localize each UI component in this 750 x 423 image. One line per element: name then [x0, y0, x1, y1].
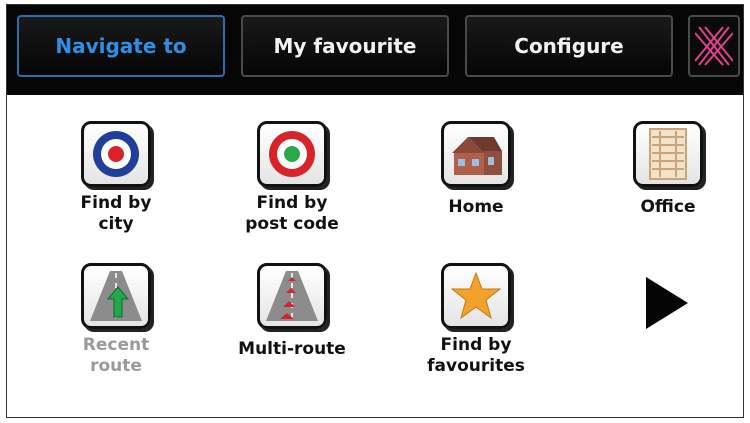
tab-label: My favourite: [273, 34, 417, 58]
tab-navigate-to[interactable]: Navigate to: [17, 15, 225, 77]
menu-item-office[interactable]: Office: [583, 121, 750, 218]
next-page-arrow-icon: [646, 277, 688, 329]
menu-item-multi-route[interactable]: Multi-route: [207, 263, 377, 360]
house-icon: [441, 121, 511, 187]
item-label: Multi-route: [238, 339, 346, 359]
app-window: Navigate to My favourite Configure Find …: [6, 4, 744, 418]
recent-route-icon: [81, 263, 151, 329]
close-button[interactable]: [688, 15, 740, 77]
menu-grid: Find by city Find by post code Home Offi…: [7, 95, 743, 417]
tab-label: Configure: [514, 34, 624, 58]
tab-label: Navigate to: [55, 34, 187, 58]
next-page-button[interactable]: [642, 275, 690, 335]
item-label: Office: [640, 197, 696, 217]
close-x-icon: [695, 26, 733, 66]
menu-item-find-by-favourites[interactable]: Find by favourites: [391, 263, 561, 377]
target-green-icon: [257, 121, 327, 187]
item-label: Recent route: [82, 335, 150, 376]
office-building-icon: [633, 121, 703, 187]
star-icon: [441, 263, 511, 329]
menu-item-home[interactable]: Home: [391, 121, 561, 218]
item-label: Home: [448, 197, 504, 217]
multi-route-icon: [257, 263, 327, 329]
item-label: Find by city: [80, 193, 152, 234]
top-tab-bar: Navigate to My favourite Configure: [7, 5, 743, 95]
item-label: Find by post code: [245, 193, 339, 234]
tab-configure[interactable]: Configure: [465, 15, 673, 77]
item-label: Find by favourites: [427, 335, 525, 376]
target-blue-icon: [81, 121, 151, 187]
tab-my-favourite[interactable]: My favourite: [241, 15, 449, 77]
menu-item-recent-route: Recent route: [31, 263, 201, 377]
menu-item-find-by-post-code[interactable]: Find by post code: [207, 121, 377, 235]
menu-item-find-by-city[interactable]: Find by city: [31, 121, 201, 235]
